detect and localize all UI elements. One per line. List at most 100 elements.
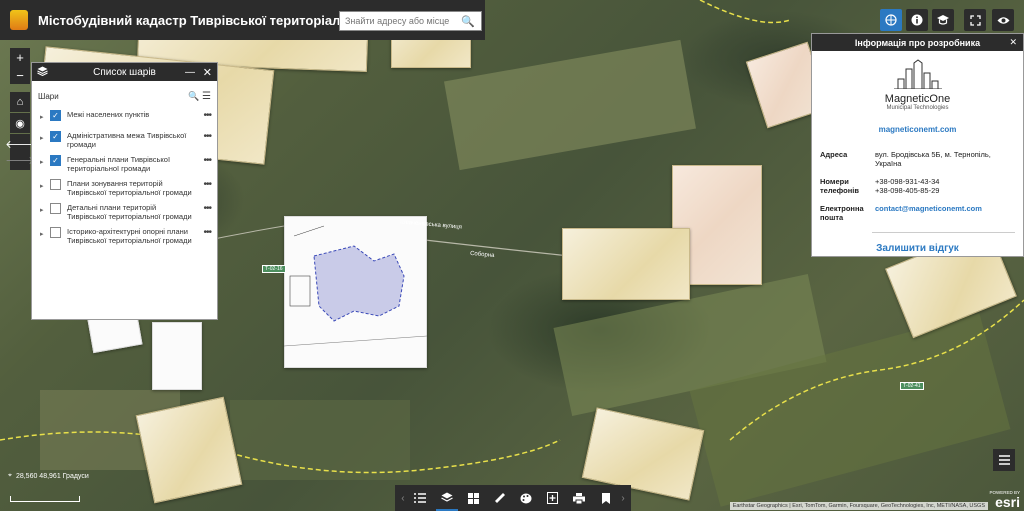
- layer-item[interactable]: ▸ ✓ Генеральні плани Тиврівської територіа…: [32, 152, 217, 176]
- layer-list-header: Список шарів — ✕: [32, 63, 217, 81]
- phones-row: Номери телефонів +38-098-931-43-34 +38-0…: [812, 177, 1023, 195]
- layers-icon: [440, 492, 453, 502]
- search-box[interactable]: 🔍: [339, 11, 482, 31]
- layer-visibility-checkbox[interactable]: [50, 203, 61, 214]
- developer-info-button[interactable]: [880, 9, 902, 31]
- eye-icon: [997, 16, 1009, 24]
- search-icon[interactable]: 🔍: [458, 12, 478, 30]
- search-input[interactable]: [340, 16, 458, 26]
- crosshair-icon: ⌖: [8, 472, 12, 479]
- layer-label: Адміністративна межа Тиврівської громади: [67, 131, 187, 149]
- layer-list-tab[interactable]: [435, 485, 458, 511]
- coordinate-readout: ⌖ 28,560 48,961 Градуси: [8, 472, 89, 480]
- legend-icon: [414, 493, 427, 503]
- address-label: Адреса: [820, 150, 848, 159]
- search-icon[interactable]: 🔍: [188, 91, 199, 101]
- layer-item[interactable]: ▸ Історико-архітектурні опорні плани Тивр…: [32, 224, 217, 248]
- measurement-tab[interactable]: [489, 485, 511, 511]
- email-row: Електронна пошта contact@magneticonemt.c…: [812, 204, 1023, 222]
- layer-item[interactable]: ▸ ✓ Межі населених пунктів •••: [32, 107, 217, 128]
- layer-visibility-checkbox[interactable]: [50, 179, 61, 190]
- bookmark-tab[interactable]: [595, 485, 617, 511]
- minimize-button[interactable]: —: [185, 67, 195, 78]
- plan-sheet: [152, 322, 202, 390]
- toolbar-next-button[interactable]: ›: [621, 493, 624, 504]
- esri-logo: POWERED BY esri: [989, 490, 1020, 509]
- list-icon: [998, 455, 1010, 465]
- map-attribution: Earthstar Geographics | Esri, TomTom, Ga…: [729, 502, 988, 510]
- layers-subtitle: Шари: [38, 91, 59, 101]
- layer-label: Історико-архітектурні опорні плани Тиврі…: [67, 227, 192, 245]
- close-button[interactable]: ✕: [203, 66, 212, 79]
- expand-arrow-icon[interactable]: ▸: [40, 155, 50, 166]
- leave-feedback-link[interactable]: Залишити відгук: [812, 243, 1023, 254]
- developer-info-panel: Інформація про розробника ✕ MagneticOne …: [811, 33, 1024, 257]
- phone-1[interactable]: +38-098-931-43-34: [875, 177, 939, 186]
- filter-icon[interactable]: ☰: [202, 91, 211, 102]
- education-button[interactable]: [932, 9, 954, 31]
- developer-info-title: Інформація про розробника: [854, 37, 981, 48]
- general-plan-drawing: [284, 225, 427, 347]
- legend-tab[interactable]: [409, 485, 431, 511]
- legend-button[interactable]: [993, 449, 1015, 471]
- visibility-button[interactable]: [992, 9, 1014, 31]
- expand-arrow-icon[interactable]: ▸: [40, 227, 50, 238]
- divider: [872, 232, 1015, 233]
- developer-website-link[interactable]: magneticonemt.com: [812, 125, 1023, 134]
- ruler-icon: [494, 493, 505, 503]
- email-link[interactable]: contact@magneticonemt.com: [875, 204, 982, 222]
- locate-button[interactable]: ◉: [10, 113, 30, 133]
- layer-options-button[interactable]: •••: [203, 110, 211, 121]
- close-button[interactable]: ✕: [1009, 37, 1017, 48]
- fullscreen-button[interactable]: [964, 9, 986, 31]
- home-button[interactable]: ⌂: [10, 92, 30, 112]
- globe-icon: [885, 14, 897, 26]
- phone-2[interactable]: +38-098-405-85-29: [875, 186, 939, 195]
- layer-visibility-checkbox[interactable]: ✓: [50, 110, 61, 121]
- basemap-gallery-tab[interactable]: [462, 485, 484, 511]
- layer-visibility-checkbox[interactable]: [50, 227, 61, 238]
- layer-options-button[interactable]: •••: [203, 155, 211, 166]
- address-value: вул. Бродівська 5Б, м. Тернопіль, Україн…: [875, 150, 991, 168]
- expand-arrow-icon[interactable]: ▸: [40, 110, 50, 121]
- layer-tools: 🔍 ☰: [188, 91, 211, 102]
- layer-item[interactable]: ▸ Детальні плани територій Тиврівської те…: [32, 200, 217, 224]
- palette-icon: [520, 493, 532, 503]
- layer-options-button[interactable]: •••: [203, 131, 211, 142]
- home-icon: ⌂: [16, 96, 24, 108]
- expand-arrow-icon[interactable]: ▸: [40, 203, 50, 214]
- next-extent-button[interactable]: 🡒: [5, 150, 35, 170]
- brand-name: MagneticOne: [884, 93, 951, 105]
- brand-subtitle: Municipal Technologies: [886, 105, 949, 111]
- layer-item[interactable]: ▸ ✓ Адміністративна межа Тиврівської грома…: [32, 128, 217, 152]
- scale-bar: [10, 496, 80, 502]
- draw-tab[interactable]: [515, 485, 537, 511]
- plan-sheet: [135, 396, 243, 504]
- graduation-cap-icon: [937, 15, 949, 25]
- toolbar-previous-button[interactable]: ‹: [401, 493, 404, 504]
- layer-options-button[interactable]: •••: [203, 203, 211, 214]
- layer-label: Генеральні плани Тиврівської територіаль…: [67, 155, 171, 173]
- grid-icon: [467, 492, 479, 504]
- zoom-out-button[interactable]: −: [10, 66, 30, 84]
- zoom-in-button[interactable]: +: [10, 48, 30, 66]
- expand-arrow-icon[interactable]: ▸: [40, 131, 50, 142]
- layer-label: Плани зонування територій Тиврівської те…: [67, 179, 192, 197]
- about-button[interactable]: [906, 9, 928, 31]
- add-data-tab[interactable]: [542, 485, 564, 511]
- developer-info-header: Інформація про розробника ✕: [812, 34, 1023, 51]
- printer-icon: [573, 492, 586, 504]
- layer-list-panel: Список шарів — ✕ Шари 🔍 ☰ ▸ ✓ Межі населен…: [31, 62, 218, 320]
- expand-arrow-icon[interactable]: ▸: [40, 179, 50, 190]
- print-tab[interactable]: [568, 485, 590, 511]
- layer-item[interactable]: ▸ Плани зонування територій Тиврівської т…: [32, 176, 217, 200]
- layer-visibility-checkbox[interactable]: ✓: [50, 131, 61, 142]
- locate-icon: ◉: [15, 117, 25, 130]
- layer-visibility-checkbox[interactable]: ✓: [50, 155, 61, 166]
- city-skyline-icon: [893, 59, 942, 90]
- phones-label: Номери телефонів: [820, 177, 859, 195]
- layer-options-button[interactable]: •••: [203, 179, 211, 190]
- zoom-control: + −: [10, 48, 30, 84]
- road-number-tag: Т-02-41: [900, 382, 924, 390]
- layer-options-button[interactable]: •••: [203, 227, 211, 238]
